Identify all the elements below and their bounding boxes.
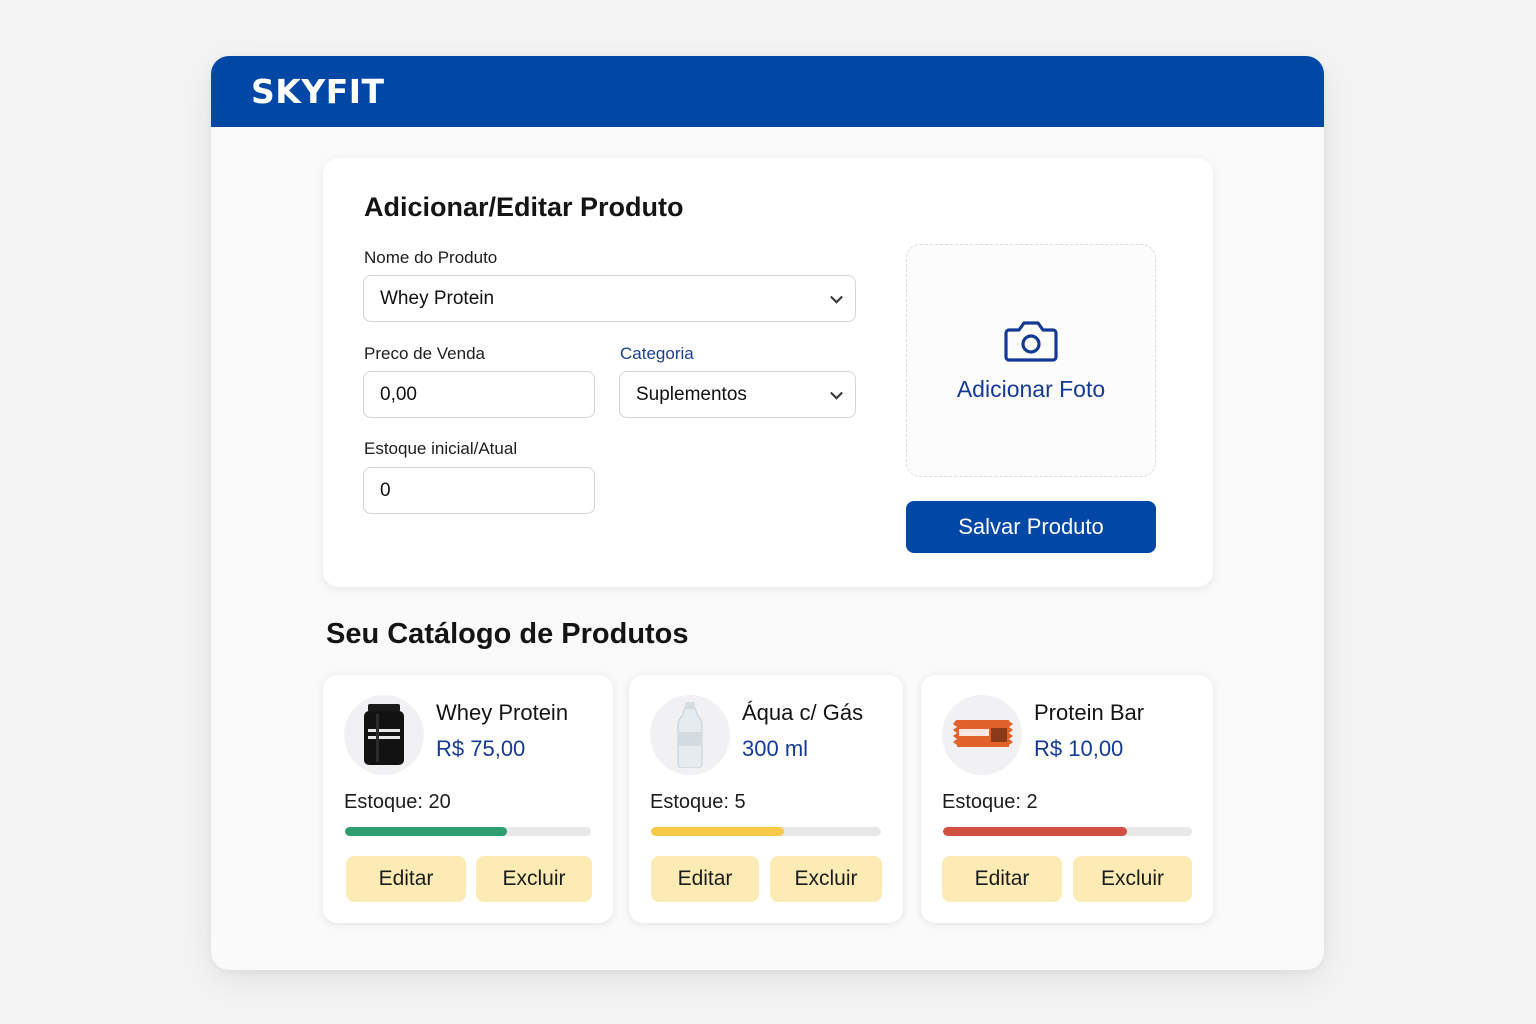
stock-text: Estoque: 2 [942, 791, 1038, 813]
form-title: Adicionar/Editar Produto [364, 192, 684, 222]
product-card: Whey Protein R$ 75,00 Estoque: 20 Editar… [323, 675, 613, 923]
stock-text: Estoque: 5 [650, 791, 746, 813]
edit-button[interactable]: Editar [346, 856, 466, 902]
product-volume: 300 ml [742, 736, 809, 761]
catalog-title: Seu Catálogo de Produtos [326, 618, 689, 650]
product-thumbnail [344, 695, 424, 775]
price-input[interactable]: 0,00 [363, 371, 595, 418]
category-value: Suplementos [636, 383, 747, 405]
stock-bar [345, 827, 591, 836]
product-thumbnail [650, 695, 730, 775]
save-product-button[interactable]: Salvar Produto [906, 501, 1156, 553]
product-name-value: Whey Protein [380, 287, 495, 309]
water-bottle-icon [677, 702, 703, 768]
product-name-label: Nome do Produto [364, 248, 498, 267]
stock-input[interactable]: 0 [363, 467, 595, 514]
product-card: Áqua c/ Gás 300 ml Estoque: 5 Editar Exc… [629, 675, 903, 923]
stock-label: Estoque inicial/Atual [364, 439, 518, 458]
product-name: Whey Protein [436, 700, 569, 725]
stock-bar [651, 827, 881, 836]
category-select[interactable]: Suplementos [619, 371, 856, 418]
product-thumbnail [942, 695, 1022, 775]
product-name: Protein Bar [1034, 700, 1145, 725]
stock-bar [943, 827, 1192, 836]
stock-bar-fill [345, 827, 508, 836]
product-name: Áqua c/ Gás [742, 700, 864, 725]
stock-bar-fill [943, 827, 1128, 836]
product-card: Protein Bar R$ 10,00 Estoque: 2 Editar E… [921, 675, 1213, 923]
stock-value: 0 [380, 479, 391, 501]
stock-text: Estoque: 20 [344, 791, 451, 813]
protein-tub-icon [364, 704, 404, 765]
product-form-card: Adicionar/Editar Produto Nome do Produto… [323, 158, 1213, 587]
camera-icon [1004, 321, 1058, 362]
delete-button[interactable]: Excluir [1073, 856, 1192, 902]
app-window: SKYFIT Adicionar/Editar Produto Nome do … [211, 56, 1324, 970]
delete-button[interactable]: Excluir [770, 856, 882, 902]
brand-logo: SKYFIT [251, 72, 385, 111]
add-photo-dropzone[interactable]: Adicionar Foto [906, 244, 1156, 477]
delete-button[interactable]: Excluir [476, 856, 592, 902]
chevron-down-icon [830, 290, 843, 304]
price-label: Preco de Venda [364, 344, 485, 363]
stock-bar-fill [651, 827, 785, 836]
product-price: R$ 75,00 [436, 736, 526, 761]
top-bar: SKYFIT [211, 56, 1324, 127]
add-photo-label: Adicionar Foto [956, 376, 1106, 402]
protein-bar-icon [953, 720, 1013, 747]
product-name-select[interactable]: Whey Protein [363, 275, 856, 322]
edit-button[interactable]: Editar [651, 856, 759, 902]
product-price: R$ 10,00 [1034, 736, 1124, 761]
category-label: Categoria [620, 344, 694, 363]
edit-button[interactable]: Editar [942, 856, 1062, 902]
price-value: 0,00 [380, 383, 417, 405]
chevron-down-icon [830, 386, 843, 400]
